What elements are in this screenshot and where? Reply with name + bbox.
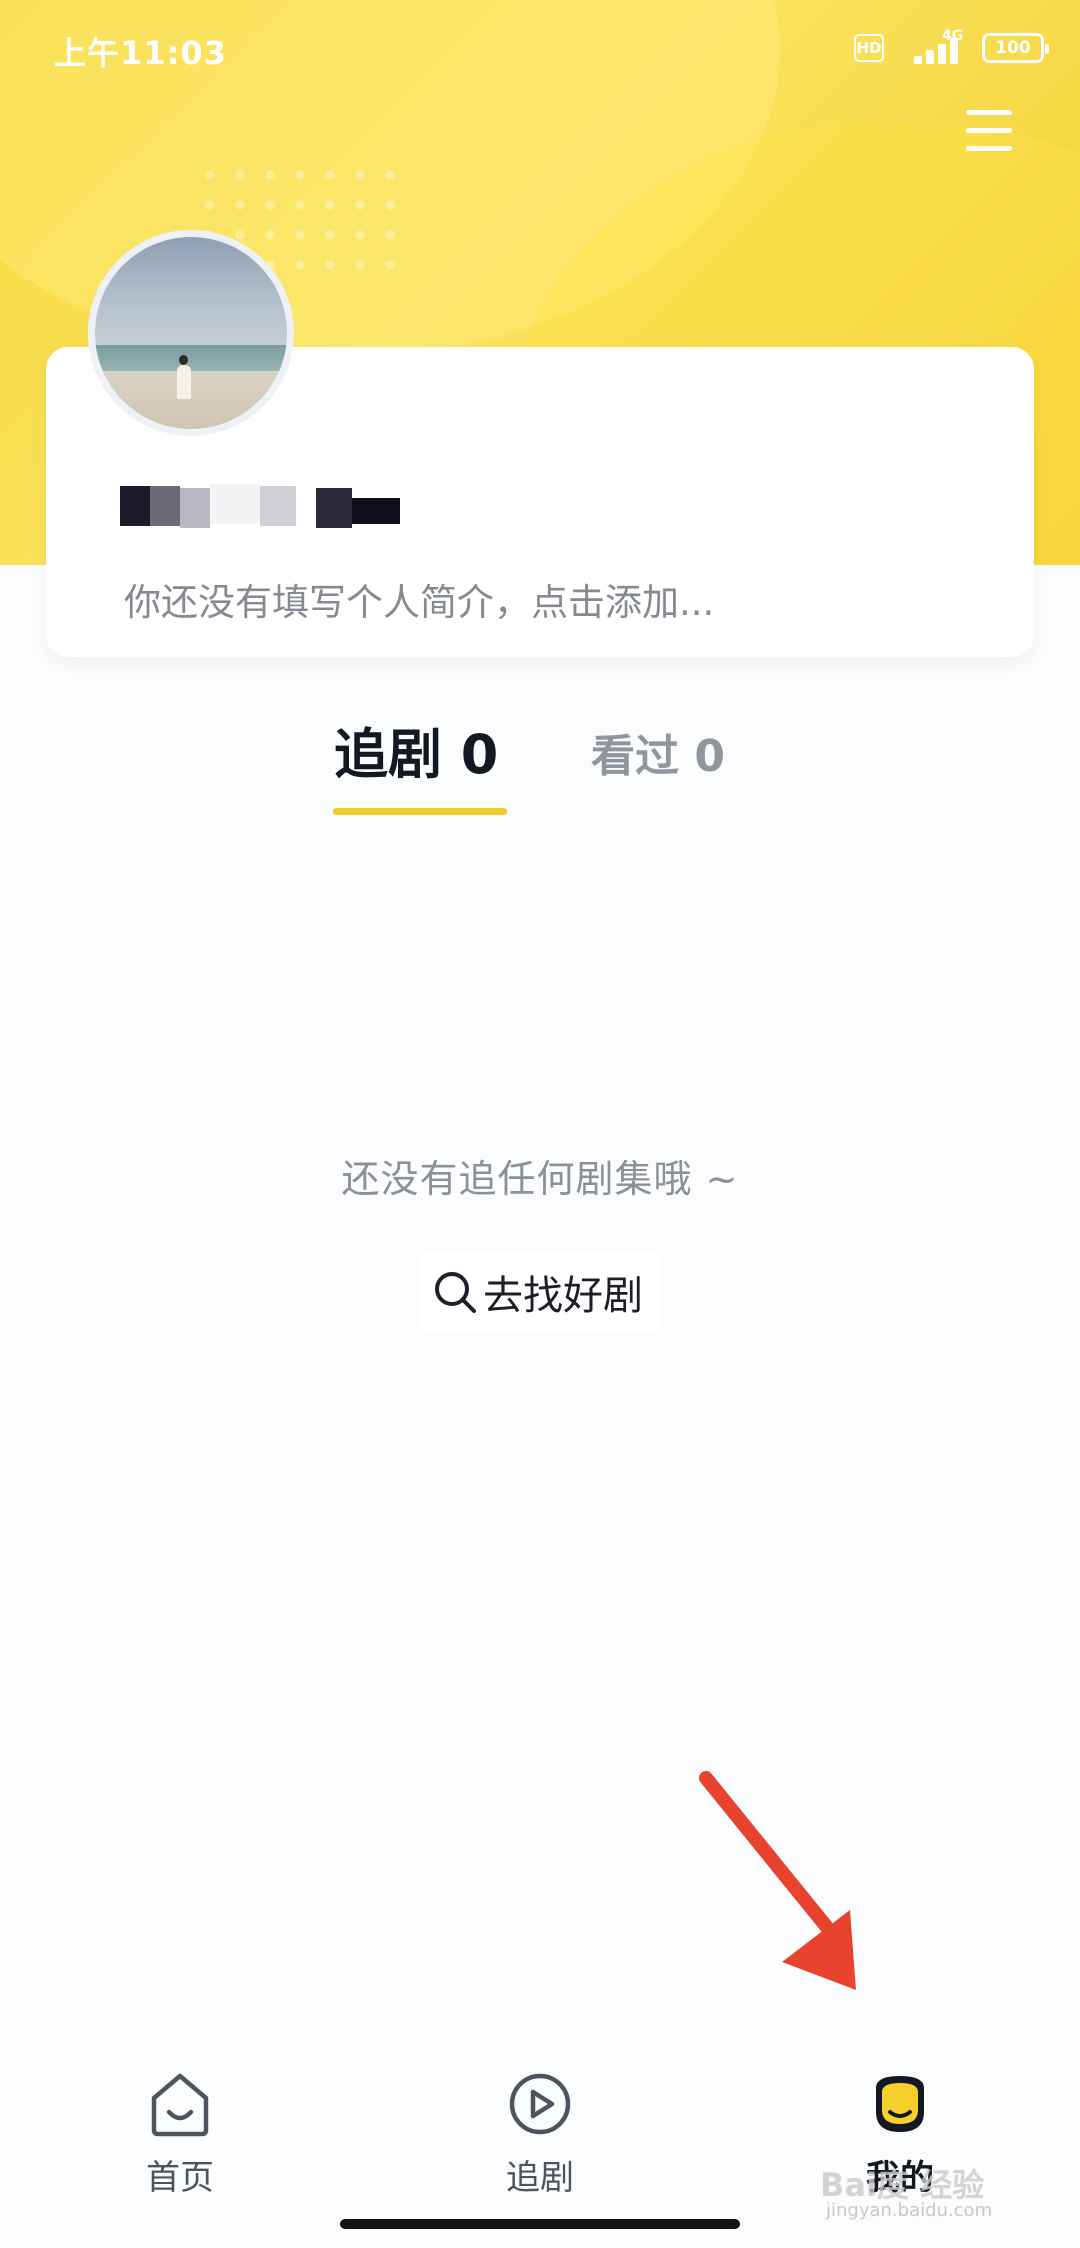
profile-icon bbox=[876, 2076, 924, 2132]
menu-icon[interactable] bbox=[966, 110, 1012, 152]
battery-level: 100 bbox=[995, 38, 1031, 58]
tab-watched[interactable]: 看过 0 bbox=[591, 710, 725, 782]
find-shows-label: 去找好剧 bbox=[483, 1273, 643, 1319]
status-bar: 上午11:03 HD 4G 100 bbox=[0, 0, 1080, 100]
battery-icon: 100 bbox=[982, 33, 1049, 63]
nav-item-following[interactable]: 追剧 bbox=[440, 2068, 640, 2199]
tab-watched-label: 看过 0 bbox=[591, 731, 725, 782]
home-icon bbox=[151, 2073, 209, 2137]
username-redacted bbox=[120, 484, 400, 528]
active-tab-indicator bbox=[333, 808, 507, 815]
tab-bar: 追剧 0 看过 0 bbox=[0, 710, 1080, 820]
empty-state-message: 还没有追任何剧集哦 ~ bbox=[341, 1157, 739, 1201]
home-indicator[interactable] bbox=[340, 2219, 740, 2229]
tab-following[interactable]: 追剧 0 bbox=[334, 710, 498, 789]
avatar[interactable] bbox=[88, 230, 294, 436]
status-indicators: HD 4G 100 bbox=[854, 28, 1049, 68]
signal-icon: 4G bbox=[898, 28, 968, 66]
search-icon bbox=[435, 1272, 476, 1313]
bio-placeholder[interactable]: 你还没有填写个人简介，点击添加... bbox=[124, 572, 714, 626]
tab-following-label: 追剧 0 bbox=[334, 723, 499, 786]
status-time: 上午11:03 bbox=[54, 34, 227, 72]
nav-label-home: 首页 bbox=[146, 2158, 214, 2198]
play-circle-icon bbox=[509, 2073, 571, 2135]
find-shows-button[interactable]: 去找好剧 bbox=[418, 1250, 658, 1334]
nav-label-following: 追剧 bbox=[506, 2158, 574, 2198]
watermark-url: jingyan.baidu.com bbox=[826, 2200, 993, 2221]
hd-icon: HD bbox=[854, 34, 884, 62]
nav-item-home[interactable]: 首页 bbox=[80, 2068, 280, 2199]
